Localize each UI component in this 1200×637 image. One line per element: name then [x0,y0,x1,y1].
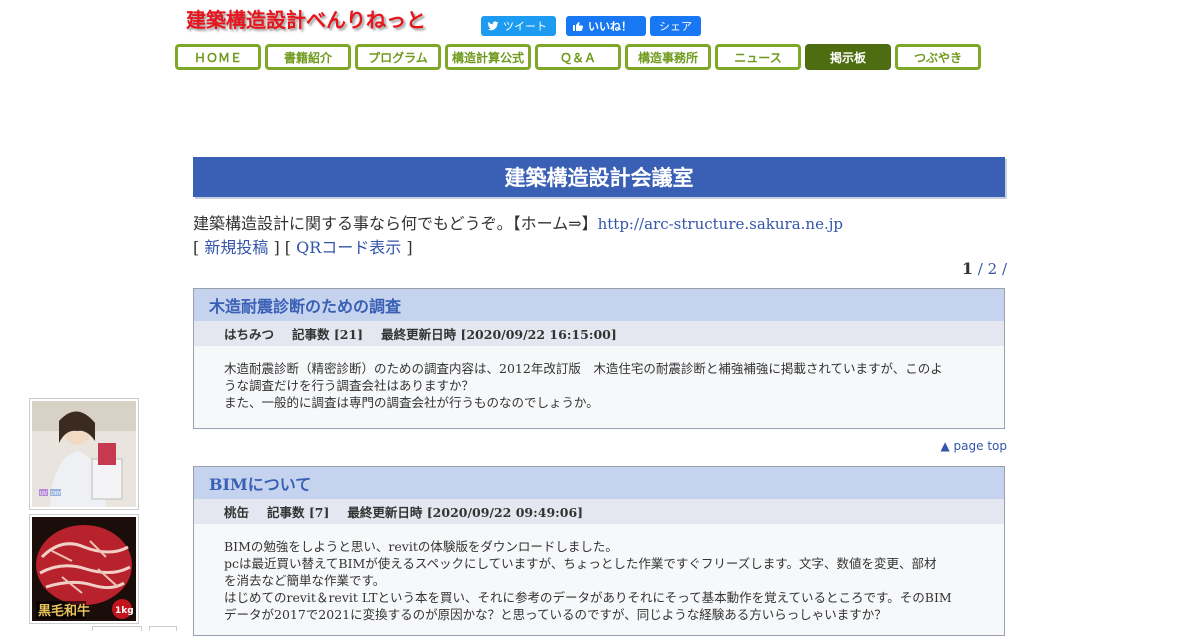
thread-card: 木造耐震診断のための調査 はちみつ 記事数 [21] 最終更新日時 [2020/… [193,288,1005,429]
thread-meta: はちみつ 記事数 [21] 最終更新日時 [2020/09/22 16:15:0… [194,321,1004,346]
thread-body-line: pcは最近買い替えてBIMが使えるスペックにしていますが、ちょっとした作業ですぐ… [224,556,937,571]
page-link-2[interactable]: 2 [988,260,998,278]
page-separator: / [977,260,983,278]
side-ad-cosmetics[interactable]: UV DRY [29,398,139,510]
side-ad-wagyu[interactable]: 黒毛和牛 1kg [29,514,139,624]
share-label: シェア [659,20,692,33]
intro-text: 建築構造設計に関する事なら何でもどうぞ。【ホーム⇒】 [193,214,598,233]
thread-body-line: を消去など簡単な作業です。 [224,573,386,588]
page-separator: / [1001,260,1007,278]
bracket-close: ] [406,238,413,257]
thread-body-line: BIMの勉強をしようと思い、revitの体験版をダウンロードしました。 [224,539,618,554]
pagination: 1 / 2 / [962,259,1007,278]
thread-body: BIMの勉強をしようと思い、revitの体験版をダウンロードしました。 pcは最… [194,524,1004,637]
thread-author: はちみつ [224,327,275,342]
thread-meta: 桃缶 記事数 [7] 最終更新日時 [2020/09/22 09:49:06] [194,499,1004,524]
thread-card: BIMについて 桃缶 記事数 [7] 最終更新日時 [2020/09/22 09… [193,466,1005,636]
new-post-link[interactable]: 新規投稿 [204,238,268,257]
bracket-open: [ [193,238,200,257]
nav-item-home[interactable]: ＨＯＭＥ [175,44,261,70]
thread-body-line: うな調査だけを行う調査会社はありますか？ [224,378,475,393]
svg-text:1kg: 1kg [115,606,134,616]
nav-item-programs[interactable]: プログラム [355,44,441,70]
nav-item-tweets[interactable]: つぶやき [895,44,981,70]
share-button[interactable]: シェア [650,16,701,36]
thread-body: 木造耐震診断（精密診断）のための調査内容は、2012年改訂版 木造住宅の耐震診断… [194,346,1004,425]
thread-updated: 最終更新日時 [2020/09/22 16:15:00] [381,327,617,342]
thread-title[interactable]: BIMについて [194,467,1004,499]
thread-post-count: 記事数 [21] [292,327,364,342]
like-button[interactable]: いいね！ [566,16,646,36]
svg-text:DRY: DRY [51,491,62,497]
tweet-button[interactable]: ツイート [481,16,556,36]
svg-text:UV: UV [40,491,48,497]
thread-updated: 最終更新日時 [2020/09/22 09:49:06] [347,505,584,520]
ad-image-wagyu: 黒毛和牛 1kg [32,517,136,621]
global-nav: ＨＯＭＥ 書籍紹介 プログラム 構造計算公式 Ｑ＆Ａ 構造事務所 ニュース 掲示板 つぶやき [175,44,981,70]
thread-post-count: 記事数 [7] [267,505,330,520]
like-label: いいね！ [588,20,632,33]
nav-item-qa[interactable]: Ｑ＆Ａ [535,44,621,70]
thread-author: 桃缶 [224,505,250,520]
ad-image-cosmetics: UV DRY [32,401,136,507]
site-logo[interactable]: 建築構造設計べんりねっと [186,4,426,33]
qr-code-link[interactable]: QRコード表示 [296,238,401,257]
svg-text:黒毛和牛: 黒毛和牛 [38,603,90,619]
nav-item-board[interactable]: 掲示板 [805,44,891,70]
page-title: 建築構造設計会議室 [193,157,1005,197]
bracket-open: [ [284,238,292,257]
page-current: 1 [961,259,973,278]
board-intro: 建築構造設計に関する事なら何でもどうぞ。【ホーム⇒】http://arc-str… [193,212,843,259]
tweet-label: ツイート [503,20,547,33]
thread-body-line: 木造耐震診断（精密診断）のための調査内容は、2012年改訂版 木造住宅の耐震診断… [224,361,943,376]
nav-item-news[interactable]: ニュース [715,44,801,70]
thread-body-line: はじめてのrevit＆revit LTという本を買い、それに参考のデータがありそ… [224,590,952,605]
nav-item-books[interactable]: 書籍紹介 [265,44,351,70]
bracket-close: ] [273,238,280,257]
nav-item-formulas[interactable]: 構造計算公式 [445,44,531,70]
thread-body-line: また、一般的に調査は専門の調査会社が行うものなのでしょうか。 [224,395,599,410]
side-ad-stub[interactable] [149,626,177,631]
thread-title[interactable]: 木造耐震診断のための調査 [194,289,1004,321]
home-url-link[interactable]: http://arc-structure.sakura.ne.jp [598,215,843,233]
side-ad-stub[interactable] [92,626,142,631]
page-top-link[interactable]: ▲ page top [941,439,1008,453]
thread-body-line: データが2017で2021に変換するのが原因かな？と思っているのですが、同じよう… [224,607,887,622]
twitter-bird-icon [487,21,499,31]
thumbs-up-icon [573,22,584,31]
nav-item-offices[interactable]: 構造事務所 [625,44,711,70]
